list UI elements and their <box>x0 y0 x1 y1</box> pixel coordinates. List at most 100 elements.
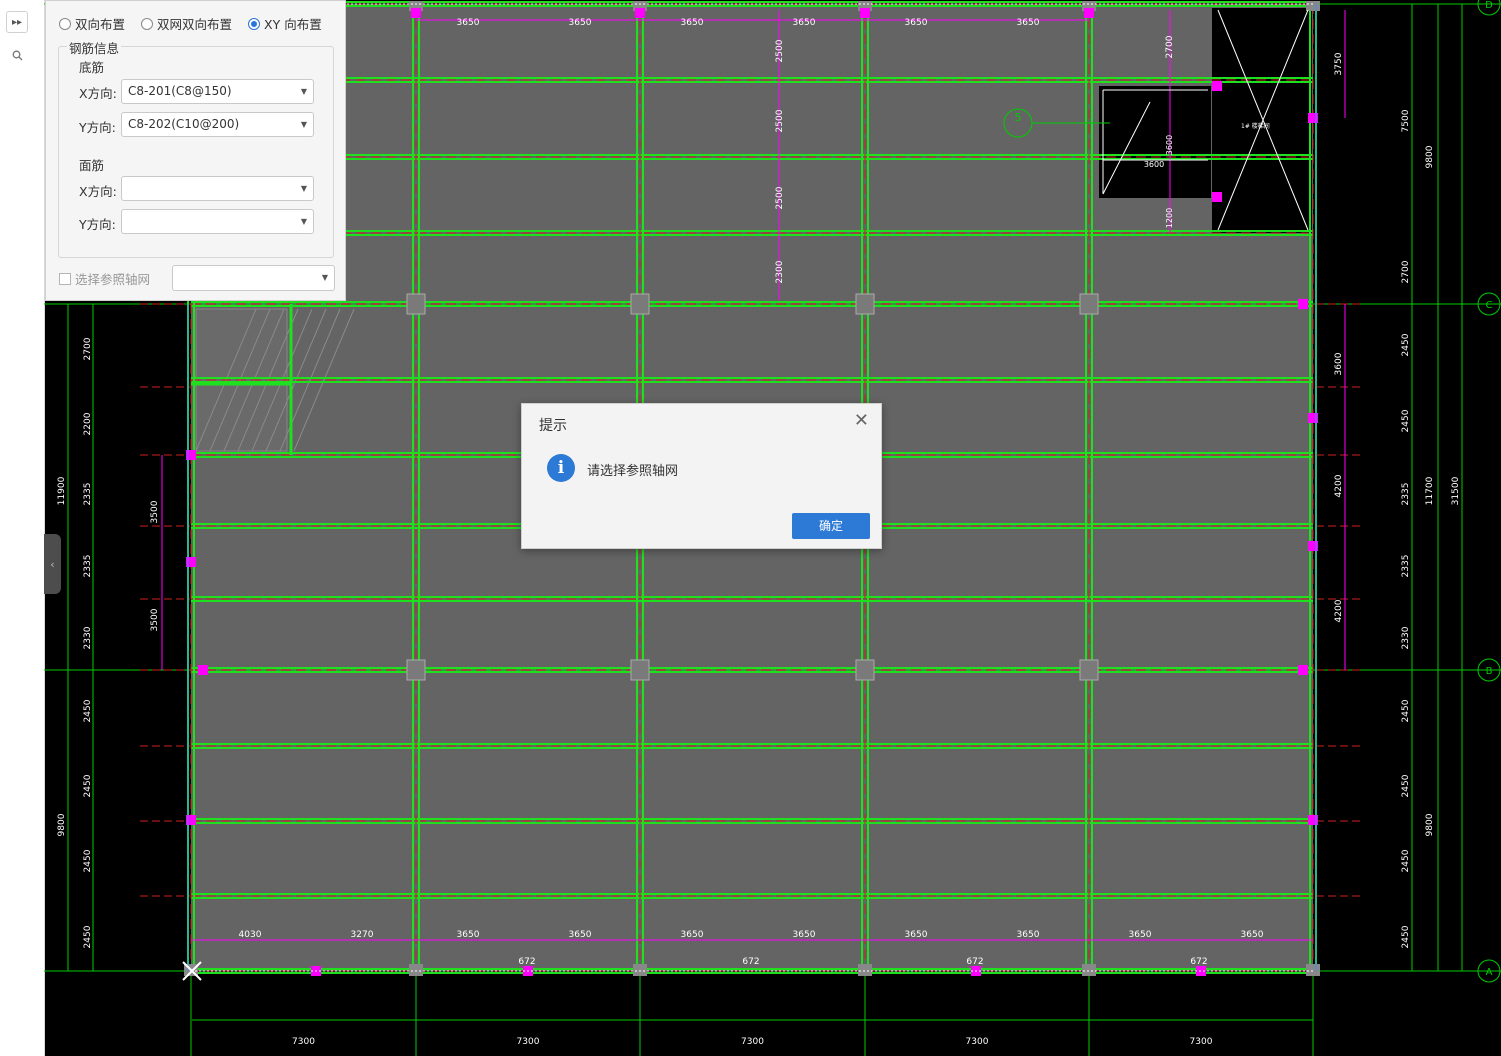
rebar-marker <box>860 8 870 18</box>
radio-indicator <box>248 17 261 30</box>
opening-dim-label: 1200 <box>1165 208 1174 228</box>
top-y-label: Y方向: <box>79 217 116 232</box>
rebar-marker <box>1298 665 1308 675</box>
radio-double-mesh[interactable]: 双网双向布置 <box>141 14 232 33</box>
right-total-label: 9800 <box>1425 813 1435 836</box>
sub-span-label: 3650 <box>457 930 480 940</box>
prompt-dialog: 提示 ✕ i 请选择参照轴网 确定 <box>521 403 882 549</box>
left-total-label: 11900 <box>57 476 67 505</box>
rebar-marker <box>198 665 208 675</box>
ref-grid-checkbox-row[interactable]: 选择参照轴网 <box>59 269 150 288</box>
sub-span-label: 3650 <box>569 930 592 940</box>
ok-button[interactable]: 确定 <box>792 513 870 539</box>
span-dim-label: 7300 <box>292 1037 315 1047</box>
sub-span-label: 3650 <box>1017 18 1040 28</box>
rebar-layout-panel: 双向布置 双网双向布置 XY 向布置 钢筋信息 底筋 X方向: C8-201(C… <box>45 0 346 301</box>
column <box>1079 659 1099 681</box>
left-dim-label: 2450 <box>83 925 93 948</box>
shaft-opening <box>1099 86 1211 198</box>
right-dim-label: 2450 <box>1401 849 1411 872</box>
column-bottom <box>409 964 423 976</box>
left-total-label: 9800 <box>57 813 67 836</box>
rebar-marker <box>635 8 645 18</box>
left-dim-label: 2700 <box>83 337 93 360</box>
bottom-y-label: Y方向: <box>79 120 116 135</box>
bottom-rebar-heading: 底筋 <box>79 60 105 75</box>
sub-span-label: 3650 <box>905 930 928 940</box>
group-title: 钢筋信息 <box>67 38 122 57</box>
rebar-marker <box>1212 81 1222 91</box>
collapse-sidebar-handle[interactable]: ‹ <box>44 534 61 594</box>
dropdown-caret-icon: ▼ <box>300 120 307 129</box>
right-dim-label: 2450 <box>1401 409 1411 432</box>
right-total-label: 7500 <box>1401 109 1411 132</box>
right-total-label: 11700 <box>1425 476 1435 505</box>
right-dim-label: 2335 <box>1401 555 1411 578</box>
top-x-select[interactable]: ▼ <box>121 176 314 201</box>
opening-dim-label: 3600 <box>1144 160 1164 169</box>
rebar-info-group: 钢筋信息 底筋 X方向: C8-201(C8@150) ▼ Y方向: C8-202… <box>58 38 334 258</box>
slab-mark: 672 <box>518 957 535 967</box>
rebar-marker <box>411 8 421 18</box>
span-dim-label: 7300 <box>966 1037 989 1047</box>
right-inner-label: 3750 <box>1334 52 1344 75</box>
radio-indicator <box>141 17 154 30</box>
sub-span-label: 3270 <box>351 930 374 940</box>
right-dim-label: 2335 <box>1401 483 1411 506</box>
inner-dim-label: 2300 <box>775 260 785 283</box>
column-bottom <box>633 964 647 976</box>
left-dim-label: 2450 <box>83 774 93 797</box>
radio-label: 双网双向布置 <box>157 17 233 32</box>
right-dim-label: 2330 <box>1401 626 1411 649</box>
right-inner-label: 3600 <box>1334 352 1344 375</box>
search-icon <box>12 50 22 60</box>
radio-xy-layout[interactable]: XY 向布置 <box>248 14 322 33</box>
sub-span-label: 3650 <box>1241 930 1264 940</box>
radio-indicator <box>59 17 71 30</box>
sub-span-label: 3650 <box>1129 930 1152 940</box>
rebar-marker <box>1212 192 1222 202</box>
inner-dim-label: 2500 <box>775 186 785 209</box>
bottom-y-value: C8-202(C10@200) <box>128 117 240 131</box>
column <box>855 293 875 315</box>
sub-span-label: 3650 <box>793 18 816 28</box>
stair-label: 1# 楼梯间 <box>1241 122 1270 130</box>
left-dim-label: 2330 <box>83 626 93 649</box>
stair-opening <box>1212 8 1312 233</box>
ref-grid-checkbox[interactable] <box>59 272 71 285</box>
layout-option-group: 双向布置 双网双向布置 XY 向布置 <box>59 14 322 33</box>
bottom-x-select[interactable]: C8-201(C8@150) ▼ <box>121 79 314 104</box>
axis-bubble-label: D <box>1485 0 1493 11</box>
search-button[interactable] <box>6 44 28 66</box>
column-bottom <box>858 964 872 976</box>
column-bottom <box>1306 964 1320 976</box>
ref-grid-select[interactable]: ▼ <box>172 265 335 291</box>
bottom-y-select[interactable]: C8-202(C10@200) ▼ <box>121 112 314 137</box>
info-icon: i <box>547 454 575 482</box>
slab-mark: 672 <box>1190 957 1207 967</box>
expand-panel-button[interactable]: ▸▸ <box>6 11 28 33</box>
dropdown-caret-icon: ▼ <box>300 87 307 96</box>
span-dim-label: 7300 <box>1190 1037 1213 1047</box>
ref-grid-label: 选择参照轴网 <box>75 272 151 287</box>
right-total-label: 31500 <box>1451 476 1461 505</box>
column <box>406 659 426 681</box>
column <box>406 293 426 315</box>
axis-bubble-label: C <box>1486 300 1493 311</box>
right-total-label: 9800 <box>1425 145 1435 168</box>
left-dim-label: 2335 <box>83 555 93 578</box>
right-dim-label: 2450 <box>1401 774 1411 797</box>
radio-two-way[interactable]: 双向布置 <box>59 14 125 33</box>
sub-span-label: 3650 <box>905 18 928 28</box>
top-y-select[interactable]: ▼ <box>121 209 314 234</box>
top-x-label: X方向: <box>79 184 117 199</box>
bottom-x-label: X方向: <box>79 86 117 101</box>
left-dim-label: 2335 <box>83 483 93 506</box>
close-icon[interactable]: ✕ <box>854 412 869 430</box>
axis-bubble-label: B <box>1486 666 1493 677</box>
left-dim-label: 2200 <box>83 412 93 435</box>
inner-dim-label: 2500 <box>775 39 785 62</box>
right-dim-label: 2450 <box>1401 333 1411 356</box>
left-inner-label: 3500 <box>150 608 160 631</box>
column-bottom <box>1082 964 1096 976</box>
